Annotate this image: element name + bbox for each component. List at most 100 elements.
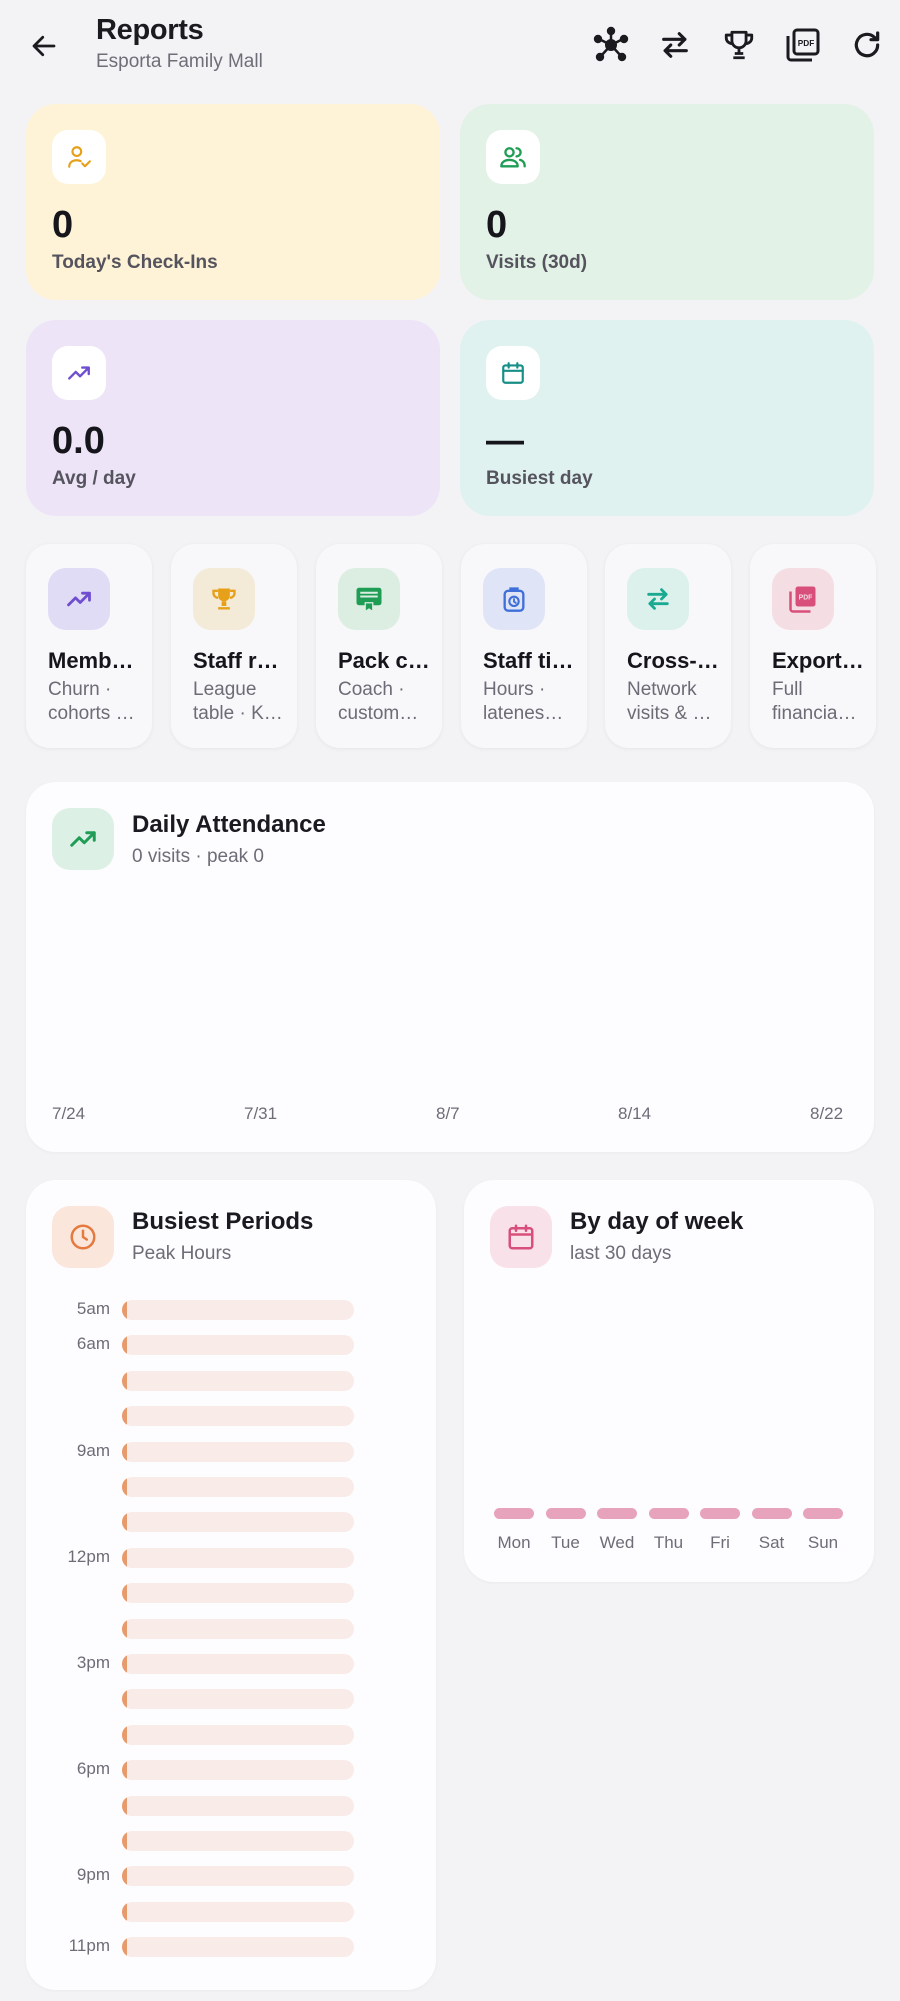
clock-icon (52, 1206, 114, 1268)
hour-bar (122, 1300, 354, 1320)
tile-title: Staff ti… (483, 648, 574, 673)
stat-card-avg: 0.0 Avg / day (26, 320, 440, 516)
swap-icon (662, 32, 688, 58)
hours-chart: 5am 6am 9am 12pm 3pm 6pm 9pm 11pm (52, 1299, 432, 1980)
hour-label: 9am (76, 1440, 110, 1460)
dow-bar (597, 1508, 637, 1519)
hour-bar-fill (122, 1795, 127, 1816)
tile-description: Network visits & … (627, 679, 712, 724)
dow-label: Wed (599, 1533, 635, 1552)
tile-pack-coach[interactable]: Pack c… Coach · custom… (316, 544, 442, 748)
x-tick: 7/24 (52, 1104, 86, 1123)
hour-bar (122, 1370, 354, 1391)
x-tick: 7/31 (244, 1104, 278, 1123)
stat-label: Today's Check-Ins (52, 252, 218, 273)
back-button[interactable] (24, 26, 64, 66)
hour-bar (122, 1866, 354, 1887)
tile-staff-time[interactable]: Staff ti… Hours · latenes… (461, 544, 587, 748)
stat-value: — (486, 420, 524, 462)
tile-title: Memb… (48, 648, 134, 673)
stat-card-visits: 0 Visits (30d) (460, 104, 874, 300)
refresh-button[interactable] (844, 22, 890, 68)
page-subtitle: Esporta Family Mall (96, 51, 263, 72)
hour-label: 11pm (68, 1936, 110, 1956)
x-tick: 8/22 (810, 1104, 844, 1123)
hour-bar-fill (122, 1300, 127, 1320)
back-arrow-icon (32, 35, 56, 57)
dow-bar (751, 1508, 792, 1519)
dow-subtitle: last 30 days (570, 1243, 672, 1264)
stat-card-busiest-day: — Busiest day (460, 320, 874, 516)
hour-bar (122, 1901, 354, 1922)
hour-label: 6am (76, 1334, 110, 1354)
svg-text:PDF: PDF (799, 595, 813, 602)
cross-location-button[interactable] (652, 22, 698, 68)
hour-label: 5am (76, 1299, 110, 1318)
timer-icon (483, 568, 545, 630)
tile-staff-ranking[interactable]: Staff r… League table · K… (171, 544, 297, 748)
hour-bar-fill (122, 1760, 127, 1781)
attendance-subtitle: 0 visits · peak 0 (132, 846, 264, 867)
hour-label: 3pm (76, 1653, 110, 1672)
tile-export[interactable]: PDF Export … Full financia… (750, 544, 876, 748)
stat-value: 0 (486, 204, 508, 246)
stat-label: Visits (30d) (486, 252, 588, 273)
certificate-icon (338, 568, 400, 630)
hour-bar (122, 1831, 354, 1851)
hour-label: 6pm (76, 1759, 110, 1779)
stat-value: 0.0 (52, 420, 105, 462)
hour-bar (122, 1406, 354, 1427)
hour-bar (122, 1618, 354, 1639)
swap-icon (627, 568, 689, 630)
hour-bar (122, 1795, 354, 1816)
hour-label: 9pm (76, 1865, 110, 1885)
refresh-icon (854, 31, 880, 58)
hour-bar (122, 1583, 354, 1604)
hour-bar-fill (122, 1335, 127, 1356)
leaderboard-button[interactable] (716, 22, 762, 68)
hour-bar-fill (122, 1901, 127, 1922)
tile-membership[interactable]: Memb… Churn · cohorts … (26, 544, 152, 748)
hour-label: 12pm (67, 1546, 110, 1566)
hour-bar (122, 1760, 354, 1781)
dow-label: Sat (758, 1533, 785, 1552)
tile-description: Full financia… (772, 679, 857, 724)
hour-bar (122, 1724, 354, 1745)
trend-up-icon (52, 346, 106, 400)
tile-description: Churn · cohorts … (48, 679, 135, 724)
dow-label: Mon (497, 1533, 531, 1552)
tile-description: Coach · custom… (338, 679, 419, 724)
tile-cross-location[interactable]: Cross-l… Network visits & … (605, 544, 731, 748)
hour-bar-fill (122, 1547, 127, 1568)
hour-bar-fill (122, 1831, 127, 1851)
dow-bar (494, 1508, 534, 1519)
hour-bar-fill (122, 1583, 127, 1604)
hour-bar-fill (122, 1724, 127, 1745)
users-icon (486, 130, 540, 184)
network-button[interactable] (588, 22, 634, 68)
busiest-title: Busiest Periods (132, 1208, 314, 1235)
hour-bar-fill (122, 1406, 127, 1427)
stat-label: Busiest day (486, 468, 593, 489)
hour-bar-fill (122, 1370, 127, 1391)
pdf-icon: PDF (772, 568, 834, 630)
export-pdf-button[interactable]: PDF (780, 22, 826, 68)
tile-description: Hours · latenes… (483, 679, 564, 724)
hour-bar (122, 1937, 354, 1958)
dow-bar (648, 1508, 689, 1519)
calendar-icon (490, 1206, 552, 1268)
tile-title: Staff r… (193, 648, 279, 673)
svg-text:PDF: PDF (798, 39, 815, 48)
hour-bar (122, 1441, 354, 1462)
pdf-icon: PDF (786, 28, 820, 62)
busiest-subtitle: Peak Hours (132, 1243, 232, 1264)
tile-description: League table · K… (193, 679, 283, 724)
dow-label: Sun (807, 1533, 839, 1552)
dow-label: Thu (653, 1533, 684, 1552)
user-check-icon (52, 130, 106, 184)
hour-bar-fill (122, 1866, 127, 1887)
trophy-icon (193, 568, 255, 630)
dow-label: Fri (710, 1533, 730, 1552)
dow-bar (803, 1508, 843, 1519)
hour-bar-fill (122, 1937, 127, 1958)
